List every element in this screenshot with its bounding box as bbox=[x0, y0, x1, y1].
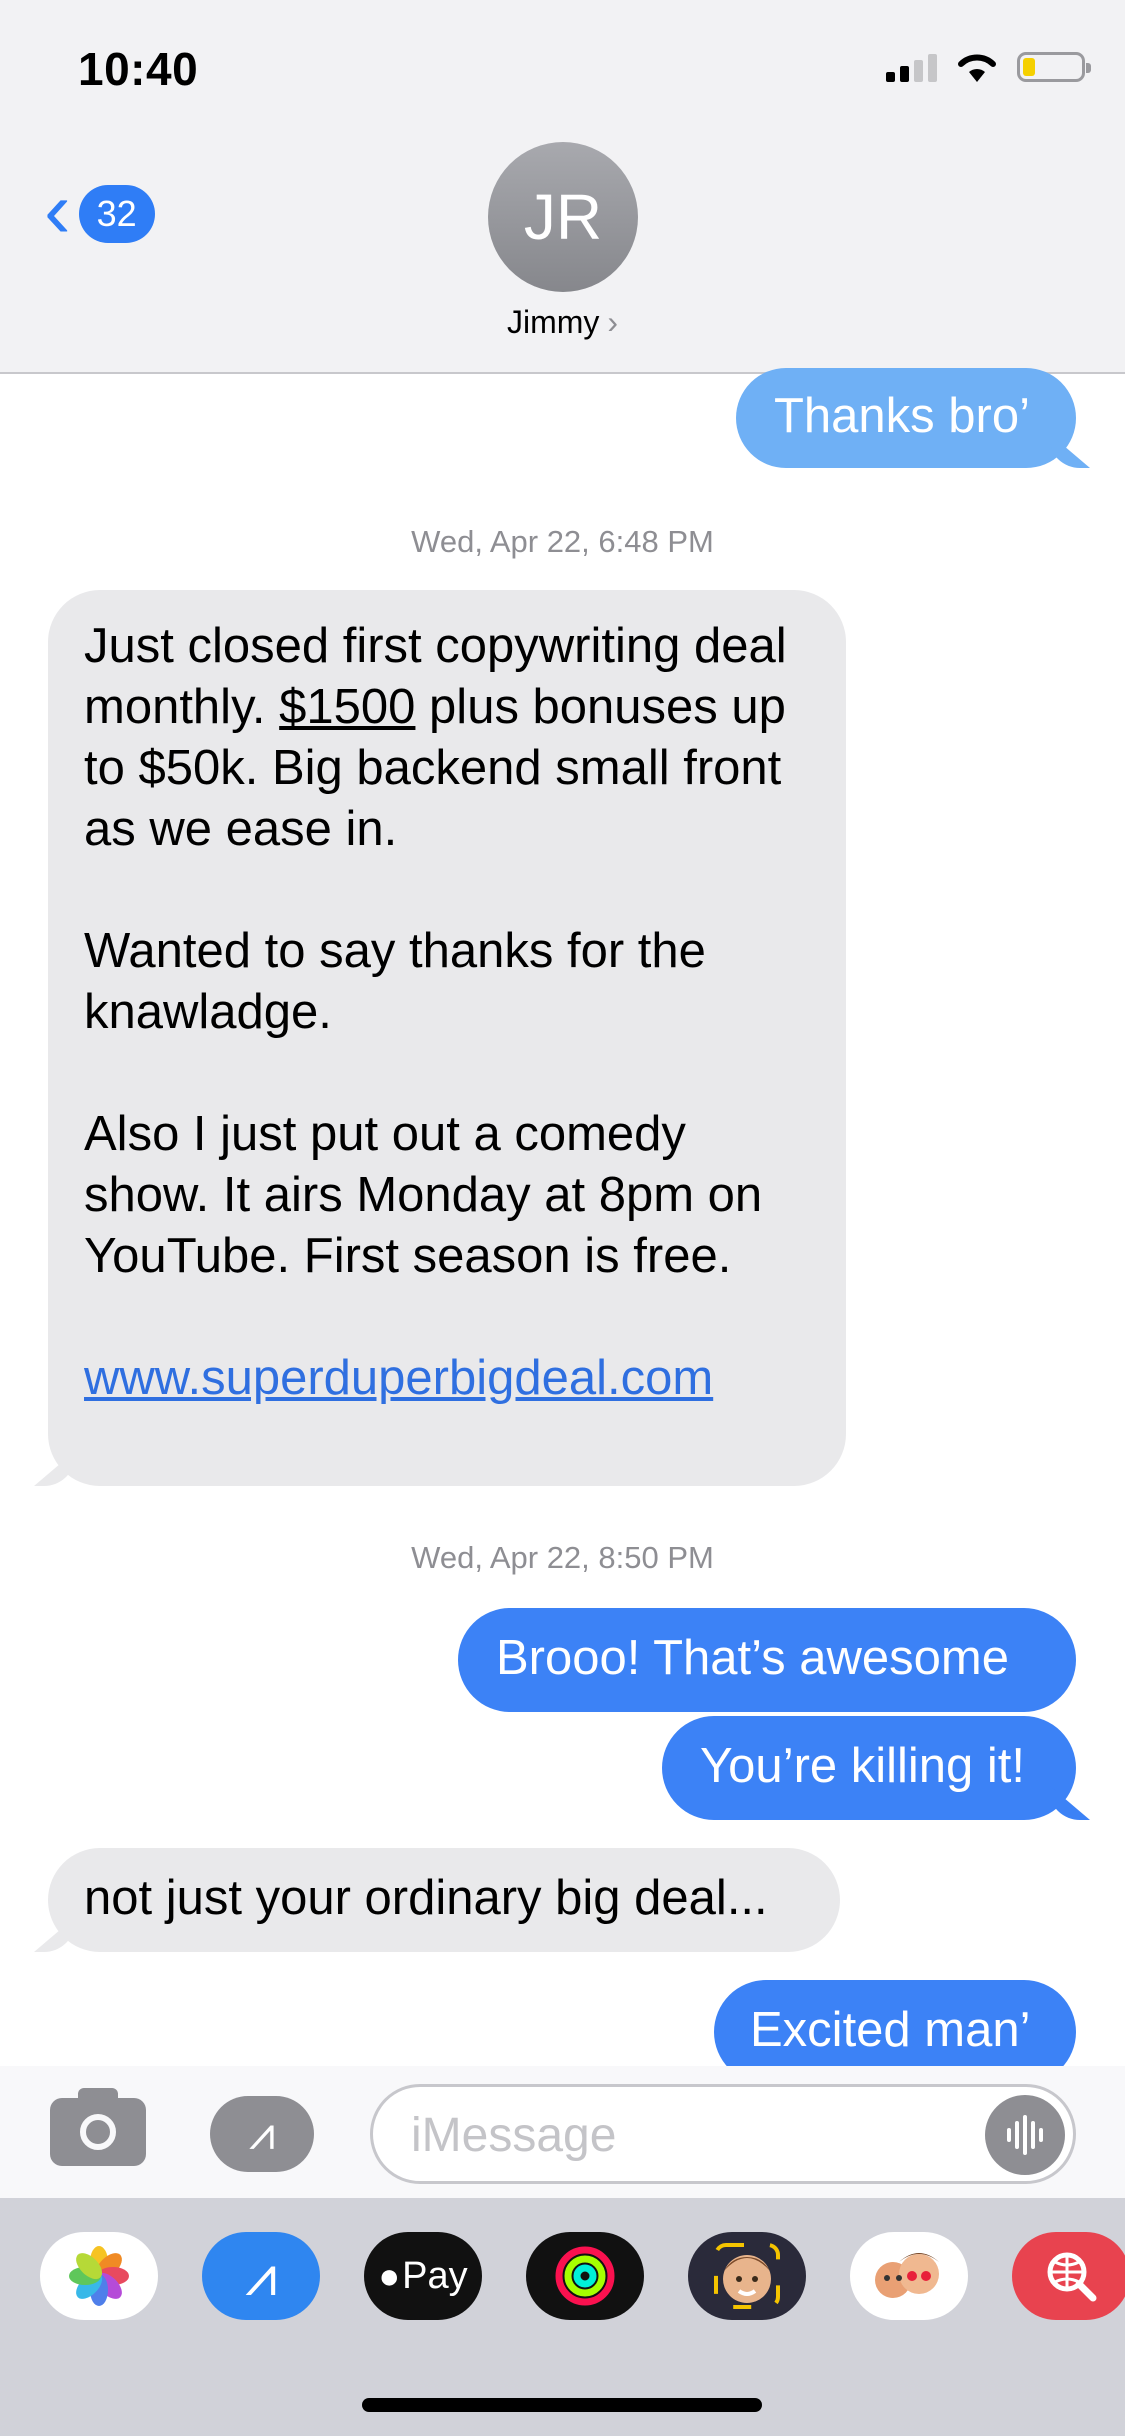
audio-message-icon[interactable] bbox=[985, 2095, 1065, 2175]
memoji-icon[interactable] bbox=[688, 2232, 806, 2320]
message-text: Also I just put out a comedy show. It ai… bbox=[84, 1107, 763, 1283]
globe-search-icon bbox=[1047, 2252, 1097, 2302]
apple-pay-label: Pay bbox=[402, 2254, 468, 2297]
web-search-icon[interactable] bbox=[1012, 2232, 1125, 2320]
contact-avatar[interactable]: JR bbox=[488, 142, 638, 292]
message-incoming[interactable]: Just closed first copywriting deal month… bbox=[48, 590, 846, 1486]
contact-name-button[interactable]: Jimmy › bbox=[0, 304, 1125, 341]
wifi-icon bbox=[958, 54, 996, 82]
conversation-header: 10:40 ‹ 32 JR Jimmy › bbox=[0, 0, 1125, 374]
app-store-glyph: ⩘ bbox=[245, 2243, 277, 2307]
compose-bar: ⩘ bbox=[0, 2066, 1125, 2198]
imessage-field[interactable] bbox=[370, 2084, 1076, 2184]
camera-icon[interactable] bbox=[50, 2088, 146, 2166]
contact-name: Jimmy bbox=[506, 304, 600, 340]
website-link[interactable]: www.superduperbigdeal.com bbox=[84, 1351, 713, 1405]
status-icons bbox=[886, 50, 1091, 84]
app-store-button[interactable]: ⩘ bbox=[210, 2096, 314, 2172]
chevron-left-icon: ‹ bbox=[44, 165, 71, 254]
amount-link[interactable]: $1500 bbox=[279, 680, 415, 734]
message-outgoing[interactable]: You’re killing it! bbox=[662, 1716, 1076, 1820]
photos-flower-icon bbox=[69, 2246, 129, 2306]
message-text: Just closed first copywriting deal month… bbox=[84, 616, 816, 860]
timestamp: Wed, Apr 22, 8:50 PM bbox=[411, 1540, 714, 1575]
back-button[interactable]: ‹ 32 bbox=[44, 170, 155, 250]
chevron-right-icon: › bbox=[607, 304, 619, 340]
unread-count-badge: 32 bbox=[78, 185, 155, 243]
message-text: Excited man’ bbox=[750, 2003, 1031, 2057]
status-time: 10:40 bbox=[78, 43, 199, 95]
animoji-stickers-icon[interactable] bbox=[850, 2232, 968, 2320]
app-store-icon: ⩘ bbox=[249, 2107, 275, 2159]
apple-logo-icon: ● bbox=[378, 2255, 401, 2296]
home-indicator[interactable] bbox=[362, 2398, 762, 2412]
cellular-signal-icon bbox=[886, 52, 937, 82]
timestamp: Wed, Apr 22, 6:48 PM bbox=[411, 524, 714, 559]
photos-icon[interactable] bbox=[40, 2232, 158, 2320]
message-text: Wanted to say thanks for the knawladge. bbox=[84, 924, 706, 1039]
message-text: Thanks bro’ bbox=[774, 389, 1031, 443]
message-outgoing[interactable]: Brooo! That’s awesome bbox=[458, 1608, 1076, 1712]
message-input[interactable] bbox=[409, 2107, 973, 2164]
stickers-faces-icon bbox=[875, 2253, 939, 2298]
battery-icon bbox=[1017, 52, 1091, 82]
message-text: Brooo! That’s awesome bbox=[496, 1631, 1009, 1685]
apple-pay-icon[interactable]: ● Pay bbox=[364, 2232, 482, 2320]
message-outgoing[interactable]: Thanks bro’ bbox=[736, 368, 1076, 468]
message-text: You’re killing it! bbox=[700, 1739, 1026, 1793]
message-incoming[interactable]: not just your ordinary big deal... bbox=[48, 1848, 840, 1952]
message-text: not just your ordinary big deal... bbox=[84, 1871, 768, 1925]
app-store-icon[interactable]: ⩘ bbox=[202, 2232, 320, 2320]
activity-icon[interactable] bbox=[526, 2232, 644, 2320]
memoji-face-icon bbox=[714, 2243, 780, 2309]
activity-rings-icon bbox=[555, 2246, 615, 2306]
